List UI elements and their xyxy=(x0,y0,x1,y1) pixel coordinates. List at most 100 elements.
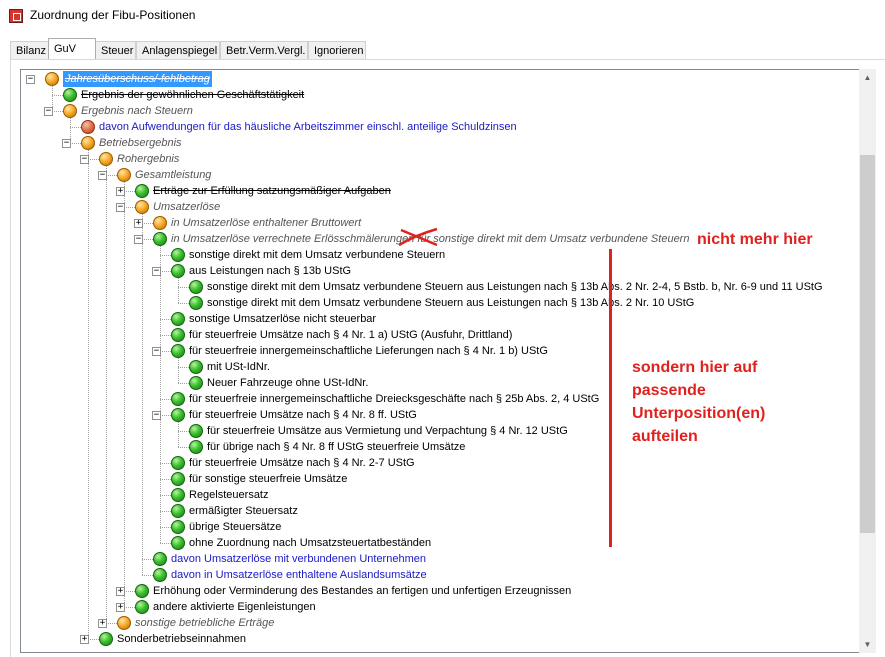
tree-item-label: sonstige direkt mit dem Umsatz verbunden… xyxy=(207,281,823,293)
tree-item-label: übrige Steuersätze xyxy=(189,521,282,533)
orange-status-icon xyxy=(63,104,77,118)
tree-item[interactable]: − Jahresüberschuss/-fehlbetrag xyxy=(21,71,851,87)
tree-item[interactable]: − Gesamtleistung xyxy=(21,167,851,183)
tree-item[interactable]: Ergebnis der gewöhnlichen Geschäftstätig… xyxy=(21,87,851,103)
tree-item[interactable]: sonstige direkt mit dem Umsatz verbunden… xyxy=(21,295,851,311)
tree-item[interactable]: davon in Umsatzerlöse enthaltene Ausland… xyxy=(21,567,851,583)
annotation-line-4: aufteilen xyxy=(632,428,698,445)
scroll-down-icon[interactable]: ▼ xyxy=(859,636,876,653)
expand-icon[interactable]: + xyxy=(134,219,143,228)
green-status-icon xyxy=(171,408,185,422)
tree-item-label: für steuerfreie innergemeinschaftliche D… xyxy=(189,393,600,405)
collapse-icon[interactable]: − xyxy=(134,235,143,244)
window-title: Zuordnung der Fibu-Positionen xyxy=(30,8,196,22)
collapse-icon[interactable]: − xyxy=(62,139,71,148)
tree-item-label: Ergebnis nach Steuern xyxy=(81,105,193,117)
tab-ignorieren[interactable]: Ignorieren xyxy=(308,41,366,59)
tree-item[interactable]: − Rohergebnis xyxy=(21,151,851,167)
annotation-not-here: nicht mehr hier xyxy=(697,231,813,248)
tree-item[interactable]: davon Aufwendungen für das häusliche Arb… xyxy=(21,119,851,135)
tree-item-label: Neuer Fahrzeuge ohne USt-IdNr. xyxy=(207,377,369,389)
tree-item[interactable]: − Umsatzerlöse xyxy=(21,199,851,215)
tree-item-label: davon Umsatzerlöse mit verbundenen Unter… xyxy=(171,553,426,565)
tree-item[interactable]: übrige Steuersätze xyxy=(21,519,851,535)
collapse-icon[interactable]: − xyxy=(98,171,107,180)
tree-item[interactable]: für steuerfreie Umsätze aus Vermietung u… xyxy=(21,423,851,439)
green-status-icon xyxy=(171,504,185,518)
tree-item[interactable]: für sonstige steuerfreie Umsätze xyxy=(21,471,851,487)
tree-item[interactable]: − aus Leistungen nach § 13b UStG xyxy=(21,263,851,279)
orange-status-icon xyxy=(45,72,59,86)
tree-item-label: Jahresüberschuss/-fehlbetrag xyxy=(63,71,212,87)
tree-item-label: Umsatzerlöse xyxy=(153,201,221,213)
cross-out-mark xyxy=(398,227,438,247)
expand-icon[interactable]: + xyxy=(116,587,125,596)
app-icon xyxy=(9,9,23,23)
tree-item[interactable]: für steuerfreie Umsätze nach § 4 Nr. 2-7… xyxy=(21,455,851,471)
collapse-icon[interactable]: − xyxy=(116,203,125,212)
green-status-icon xyxy=(135,600,149,614)
tree-item-label: ohne Zuordnung nach Umsatzsteuertatbestä… xyxy=(189,537,432,549)
tree-item[interactable]: + Sonderbetriebseinnahmen xyxy=(21,631,851,647)
collapse-icon[interactable]: − xyxy=(152,267,161,276)
tree-item[interactable]: − Betriebsergebnis xyxy=(21,135,851,151)
tree-item-label: sonstige betriebliche Erträge xyxy=(135,617,275,629)
tree-item[interactable]: − Ergebnis nach Steuern xyxy=(21,103,851,119)
tree-item[interactable]: + Erträge zur Erfüllung satzungsmäßiger A… xyxy=(21,183,851,199)
expand-icon[interactable]: + xyxy=(116,603,125,612)
tree-item[interactable]: davon Umsatzerlöse mit verbundenen Unter… xyxy=(21,551,851,567)
tree-item[interactable]: sonstige direkt mit dem Umsatz verbunden… xyxy=(21,279,851,295)
tab-guv[interactable]: GuV xyxy=(48,38,96,59)
green-status-icon xyxy=(171,312,185,326)
tree-item-label: für steuerfreie Umsätze aus Vermietung u… xyxy=(207,425,568,437)
green-status-icon xyxy=(171,488,185,502)
tree-item[interactable]: für übrige nach § 4 Nr. 8 ff UStG steuer… xyxy=(21,439,851,455)
collapse-icon[interactable]: − xyxy=(44,107,53,116)
tree-item-label: für sonstige steuerfreie Umsätze xyxy=(189,473,348,485)
tree-item[interactable]: sonstige Umsatzerlöse nicht steuerbar xyxy=(21,311,851,327)
tree-item[interactable]: + andere aktivierte Eigenleistungen xyxy=(21,599,851,615)
collapse-icon[interactable]: − xyxy=(80,155,89,164)
tree-item-label: sonstige direkt mit dem Umsatz verbunden… xyxy=(207,297,695,309)
tree-item[interactable]: ermäßigter Steuersatz xyxy=(21,503,851,519)
green-status-icon xyxy=(171,344,185,358)
green-status-icon xyxy=(135,184,149,198)
tab-bilanz[interactable]: Bilanz xyxy=(10,41,49,59)
annotation-bar xyxy=(609,249,612,547)
tree-item-label: für steuerfreie Umsätze nach § 4 Nr. 8 f… xyxy=(189,409,417,421)
green-status-icon xyxy=(171,472,185,486)
tree-item[interactable]: + Erhöhung oder Verminderung des Bestande… xyxy=(21,583,851,599)
expand-icon[interactable]: + xyxy=(98,619,107,628)
scroll-up-icon[interactable]: ▲ xyxy=(859,69,876,86)
tree-item-label: Rohergebnis xyxy=(117,153,180,165)
expand-icon[interactable]: + xyxy=(80,635,89,644)
collapse-icon[interactable]: − xyxy=(152,411,161,420)
collapse-icon[interactable]: − xyxy=(152,347,161,356)
tree-item-label: aus Leistungen nach § 13b UStG xyxy=(189,265,352,277)
tree-item-label: ermäßigter Steuersatz xyxy=(189,505,298,517)
tree-item-label: Erhöhung oder Verminderung des Bestandes… xyxy=(153,585,572,597)
tree-item-label: Ergebnis der gewöhnlichen Geschäftstätig… xyxy=(81,89,305,101)
green-status-icon xyxy=(171,520,185,534)
tab-steuer[interactable]: Steuer xyxy=(95,41,136,59)
collapse-icon[interactable]: − xyxy=(26,75,35,84)
tree-item[interactable]: für steuerfreie Umsätze nach § 4 Nr. 1 a… xyxy=(21,327,851,343)
red-status-icon xyxy=(81,120,95,134)
annotation-line-1: sondern hier auf xyxy=(632,359,758,376)
green-status-icon xyxy=(153,232,167,246)
tree-item[interactable]: ohne Zuordnung nach Umsatzsteuertatbestä… xyxy=(21,535,851,551)
green-status-icon xyxy=(171,328,185,342)
scroll-thumb[interactable] xyxy=(860,155,875,533)
vertical-scrollbar[interactable]: ▲ ▼ xyxy=(859,69,876,653)
green-status-icon xyxy=(153,568,167,582)
green-status-icon xyxy=(171,536,185,550)
green-status-icon xyxy=(189,440,203,454)
green-status-icon xyxy=(171,264,185,278)
green-status-icon xyxy=(135,584,149,598)
expand-icon[interactable]: + xyxy=(116,187,125,196)
tree-item[interactable]: Regelsteuersatz xyxy=(21,487,851,503)
tree-item[interactable]: + sonstige betriebliche Erträge xyxy=(21,615,851,631)
tab-betr-verm-vergl[interactable]: Betr.Verm.Vergl. xyxy=(220,41,308,59)
tab-anlagenspiegel[interactable]: Anlagenspiegel xyxy=(136,41,220,59)
title-bar: Zuordnung der Fibu-Positionen xyxy=(0,0,885,32)
